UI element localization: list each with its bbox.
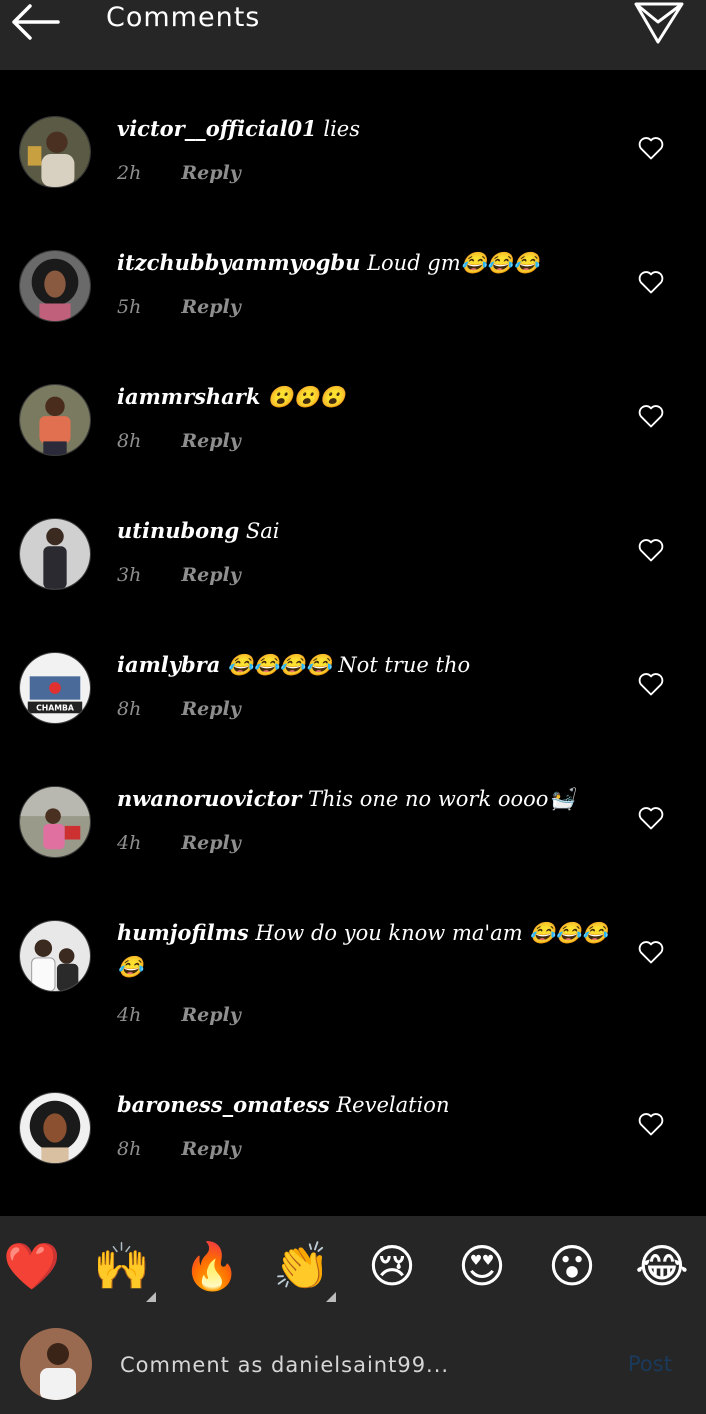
comment-username[interactable]: nwanoruovictor <box>117 786 301 811</box>
avatar[interactable] <box>19 1092 91 1164</box>
comment-meta: 8h Reply <box>117 430 241 452</box>
comment-meta: 8h Reply <box>117 1138 241 1160</box>
reply-button[interactable]: Reply <box>181 162 240 184</box>
comment-meta: 3h Reply <box>117 564 241 586</box>
comment-username[interactable]: victor__official01 <box>117 116 317 141</box>
comment-body: lies <box>323 117 360 141</box>
heart-emoji-button[interactable]: ❤️ <box>2 1238 62 1294</box>
heart-icon[interactable] <box>637 268 665 296</box>
comment-text: victor__official01 lies <box>117 112 612 146</box>
share-button[interactable] <box>630 0 686 46</box>
heart-icon[interactable] <box>637 402 665 430</box>
heart-icon[interactable] <box>637 1110 665 1138</box>
heart-eyes-emoji-button[interactable]: 😍 <box>452 1238 512 1294</box>
comment-text: humjofilms How do you know ma'am 😂😂😂 😂 <box>117 916 612 984</box>
avatar[interactable] <box>19 786 91 858</box>
comment-body: Sai <box>245 519 280 543</box>
avatar[interactable] <box>19 920 91 992</box>
comment-time: 5h <box>117 296 142 318</box>
fire-emoji-button[interactable]: 🔥 <box>182 1238 242 1294</box>
post-button[interactable]: Post <box>628 1352 672 1376</box>
comment-username[interactable]: baroness_omatess <box>117 1092 330 1117</box>
surprised-emoji-button[interactable]: 😮 <box>542 1238 602 1294</box>
reply-button[interactable]: Reply <box>181 1138 240 1160</box>
comment-text: utinubong Sai <box>117 514 612 548</box>
avatar-badge-text: CHAMBA <box>36 703 74 712</box>
arrow-left-icon <box>12 4 60 40</box>
paper-plane-icon <box>634 2 684 44</box>
heart-icon[interactable] <box>637 536 665 564</box>
comment-input[interactable] <box>118 1344 602 1386</box>
comment-text: baroness_omatess Revelation <box>117 1088 612 1122</box>
comment-meta: 4h Reply <box>117 832 241 854</box>
comment-username[interactable]: utinubong <box>117 518 239 543</box>
heart-icon[interactable] <box>637 938 665 966</box>
comment-time: 8h <box>117 430 142 452</box>
comment-body: This one no work oooo🛀 <box>308 787 575 811</box>
comment-text: nwanoruovictor This one no work oooo🛀 <box>117 782 612 816</box>
reply-button[interactable]: Reply <box>181 698 240 720</box>
emoji-reaction-bar: ❤️ 🙌 🔥 👏 😢 😍 😮 😂 <box>0 1216 706 1316</box>
page-title: Comments <box>106 2 261 33</box>
top-bar: Comments <box>0 0 706 70</box>
comment-username[interactable]: iammrshark <box>117 384 260 409</box>
comment-body: 😂😂😂😂 Not true tho <box>227 653 471 677</box>
clapping-emoji-button[interactable]: 👏 <box>272 1238 332 1294</box>
heart-icon[interactable] <box>637 670 665 698</box>
comment-meta: 8h Reply <box>117 698 241 720</box>
skin-tone-indicator-icon <box>146 1292 156 1302</box>
comment-time: 8h <box>117 698 142 720</box>
heart-icon[interactable] <box>637 804 665 832</box>
avatar[interactable]: CHAMBA <box>19 652 91 724</box>
heart-icon[interactable] <box>637 134 665 162</box>
comment-time: 4h <box>117 832 142 854</box>
laughing-emoji-button[interactable]: 😂 <box>632 1238 692 1294</box>
avatar[interactable] <box>19 518 91 590</box>
crying-emoji-button[interactable]: 😢 <box>362 1238 422 1294</box>
comment-text: iammrshark 😮😮😮 <box>117 380 612 414</box>
comment-meta: 4h Reply <box>117 1004 241 1026</box>
comment-text: iamlybra 😂😂😂😂 Not true tho <box>117 648 612 682</box>
comment-time: 4h <box>117 1004 142 1026</box>
reply-button[interactable]: Reply <box>181 1004 240 1026</box>
back-button[interactable] <box>8 0 64 44</box>
reply-button[interactable]: Reply <box>181 296 240 318</box>
my-avatar <box>20 1328 92 1400</box>
reply-button[interactable]: Reply <box>181 564 240 586</box>
avatar[interactable] <box>19 250 91 322</box>
comment-meta: 5h Reply <box>117 296 241 318</box>
avatar[interactable] <box>19 384 91 456</box>
comment-username[interactable]: iamlybra <box>117 652 220 677</box>
comment-username[interactable]: itzchubbyammyogbu <box>117 250 360 275</box>
comment-meta: 2h Reply <box>117 162 241 184</box>
comment-time: 2h <box>117 162 142 184</box>
comment-time: 3h <box>117 564 142 586</box>
raised-hands-emoji-button[interactable]: 🙌 <box>92 1238 152 1294</box>
skin-tone-indicator-icon <box>326 1292 336 1302</box>
comment-composer: Post <box>0 1316 706 1414</box>
reply-button[interactable]: Reply <box>181 430 240 452</box>
reply-button[interactable]: Reply <box>181 832 240 854</box>
comment-username[interactable]: humjofilms <box>117 920 249 945</box>
comment-body: 😮😮😮 <box>267 385 346 409</box>
avatar[interactable] <box>19 116 91 188</box>
comment-text: itzchubbyammyogbu Loud gm😂😂😂 <box>117 246 612 280</box>
comment-body: Loud gm😂😂😂 <box>367 251 540 275</box>
comment-body: Revelation <box>336 1093 450 1117</box>
comment-time: 8h <box>117 1138 142 1160</box>
